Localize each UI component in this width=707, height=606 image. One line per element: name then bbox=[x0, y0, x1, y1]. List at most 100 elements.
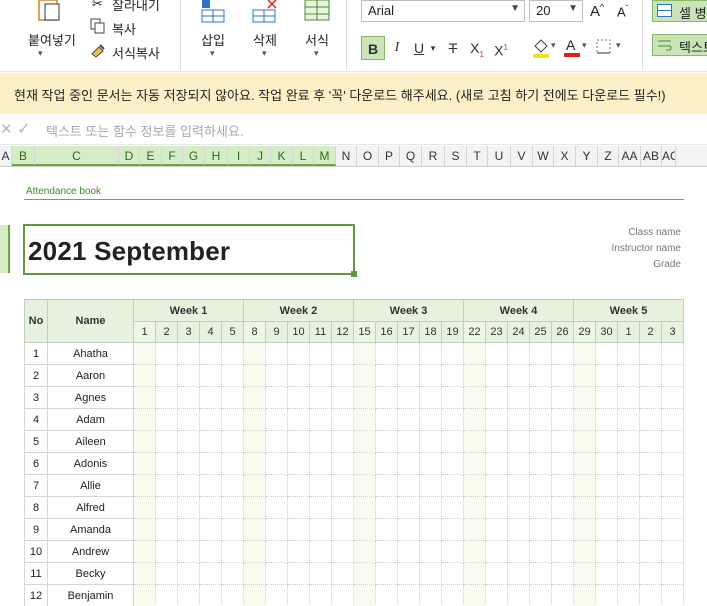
attendance-cell[interactable] bbox=[353, 364, 376, 387]
student-name[interactable]: Agnes bbox=[47, 386, 134, 409]
attendance-cell[interactable] bbox=[155, 430, 178, 453]
attendance-cell[interactable] bbox=[353, 408, 376, 431]
attendance-cell[interactable] bbox=[419, 408, 442, 431]
column-header-y[interactable]: Y bbox=[576, 146, 598, 166]
attendance-cell[interactable] bbox=[507, 408, 530, 431]
column-header-c[interactable]: C bbox=[35, 146, 119, 166]
attendance-cell[interactable] bbox=[617, 408, 640, 431]
attendance-cell[interactable] bbox=[441, 584, 464, 606]
attendance-cell[interactable] bbox=[177, 430, 200, 453]
attendance-cell[interactable] bbox=[375, 584, 398, 606]
column-header-u[interactable]: U bbox=[488, 146, 511, 166]
attendance-cell[interactable] bbox=[353, 342, 376, 365]
border-dropdown-icon[interactable]: ▾ bbox=[616, 40, 621, 51]
attendance-cell[interactable] bbox=[617, 430, 640, 453]
column-header-aa[interactable]: AA bbox=[619, 146, 641, 166]
attendance-cell[interactable] bbox=[463, 386, 486, 409]
attendance-cell[interactable] bbox=[397, 430, 420, 453]
attendance-cell[interactable] bbox=[155, 364, 178, 387]
delete-icon[interactable] bbox=[251, 0, 279, 29]
check-icon[interactable]: ✓ bbox=[17, 119, 30, 139]
attendance-cell[interactable] bbox=[353, 496, 376, 519]
attendance-cell[interactable] bbox=[573, 408, 596, 431]
attendance-cell[interactable] bbox=[265, 584, 288, 606]
attendance-cell[interactable] bbox=[639, 342, 662, 365]
attendance-cell[interactable] bbox=[309, 518, 332, 541]
student-name[interactable]: Andrew bbox=[47, 540, 134, 563]
attendance-cell[interactable] bbox=[133, 430, 156, 453]
attendance-cell[interactable] bbox=[199, 452, 222, 475]
attendance-cell[interactable] bbox=[309, 474, 332, 497]
column-header-q[interactable]: Q bbox=[400, 146, 422, 166]
student-number[interactable]: 7 bbox=[24, 474, 48, 497]
column-header-e[interactable]: E bbox=[140, 146, 162, 166]
attendance-cell[interactable] bbox=[243, 518, 266, 541]
student-number[interactable]: 4 bbox=[24, 408, 48, 431]
attendance-cell[interactable] bbox=[287, 342, 310, 365]
attendance-cell[interactable] bbox=[353, 386, 376, 409]
attendance-cell[interactable] bbox=[199, 518, 222, 541]
attendance-cell[interactable] bbox=[243, 430, 266, 453]
attendance-cell[interactable] bbox=[331, 342, 354, 365]
attendance-cell[interactable] bbox=[463, 540, 486, 563]
attendance-cell[interactable] bbox=[265, 496, 288, 519]
attendance-cell[interactable] bbox=[529, 474, 552, 497]
attendance-cell[interactable] bbox=[243, 540, 266, 563]
paste-button[interactable]: 붙여넣기 bbox=[28, 30, 76, 49]
attendance-cell[interactable] bbox=[331, 562, 354, 585]
attendance-cell[interactable] bbox=[485, 408, 508, 431]
column-header-ac[interactable]: AC bbox=[662, 146, 676, 166]
attendance-cell[interactable] bbox=[617, 584, 640, 606]
attendance-cell[interactable] bbox=[243, 342, 266, 365]
attendance-cell[interactable] bbox=[265, 474, 288, 497]
attendance-cell[interactable] bbox=[331, 386, 354, 409]
attendance-cell[interactable] bbox=[595, 342, 618, 365]
attendance-cell[interactable] bbox=[155, 408, 178, 431]
attendance-cell[interactable] bbox=[133, 386, 156, 409]
attendance-cell[interactable] bbox=[441, 562, 464, 585]
attendance-cell[interactable] bbox=[397, 562, 420, 585]
student-name[interactable]: Adonis bbox=[47, 452, 134, 475]
attendance-cell[interactable] bbox=[419, 474, 442, 497]
attendance-cell[interactable] bbox=[243, 584, 266, 606]
attendance-cell[interactable] bbox=[375, 496, 398, 519]
attendance-cell[interactable] bbox=[573, 430, 596, 453]
column-header-n[interactable]: N bbox=[336, 146, 357, 166]
subscript-button[interactable]: X1 bbox=[466, 36, 488, 60]
attendance-cell[interactable] bbox=[177, 364, 200, 387]
column-header-l[interactable]: L bbox=[293, 146, 314, 166]
attendance-cell[interactable] bbox=[221, 364, 244, 387]
attendance-cell[interactable] bbox=[199, 430, 222, 453]
selected-cell[interactable]: 2021 September bbox=[23, 224, 357, 277]
attendance-cell[interactable] bbox=[221, 408, 244, 431]
attendance-cell[interactable] bbox=[529, 364, 552, 387]
attendance-cell[interactable] bbox=[309, 364, 332, 387]
attendance-cell[interactable] bbox=[529, 496, 552, 519]
attendance-cell[interactable] bbox=[331, 430, 354, 453]
attendance-cell[interactable] bbox=[221, 496, 244, 519]
attendance-cell[interactable] bbox=[133, 496, 156, 519]
attendance-cell[interactable] bbox=[397, 408, 420, 431]
attendance-cell[interactable] bbox=[639, 584, 662, 606]
attendance-cell[interactable] bbox=[595, 452, 618, 475]
attendance-cell[interactable] bbox=[595, 386, 618, 409]
attendance-cell[interactable] bbox=[375, 430, 398, 453]
attendance-cell[interactable] bbox=[661, 386, 684, 409]
attendance-cell[interactable] bbox=[529, 518, 552, 541]
attendance-cell[interactable] bbox=[199, 474, 222, 497]
copy-button[interactable]: 복사 bbox=[112, 19, 136, 38]
attendance-cell[interactable] bbox=[529, 342, 552, 365]
attendance-cell[interactable] bbox=[133, 408, 156, 431]
attendance-cell[interactable] bbox=[595, 408, 618, 431]
student-number[interactable]: 3 bbox=[24, 386, 48, 409]
attendance-cell[interactable] bbox=[133, 474, 156, 497]
column-header-w[interactable]: W bbox=[533, 146, 554, 166]
attendance-cell[interactable] bbox=[573, 474, 596, 497]
attendance-cell[interactable] bbox=[287, 364, 310, 387]
attendance-cell[interactable] bbox=[133, 364, 156, 387]
student-name[interactable]: Aileen bbox=[47, 430, 134, 453]
attendance-cell[interactable] bbox=[375, 342, 398, 365]
attendance-cell[interactable] bbox=[331, 540, 354, 563]
attendance-cell[interactable] bbox=[529, 430, 552, 453]
insert-icon[interactable] bbox=[200, 0, 228, 29]
